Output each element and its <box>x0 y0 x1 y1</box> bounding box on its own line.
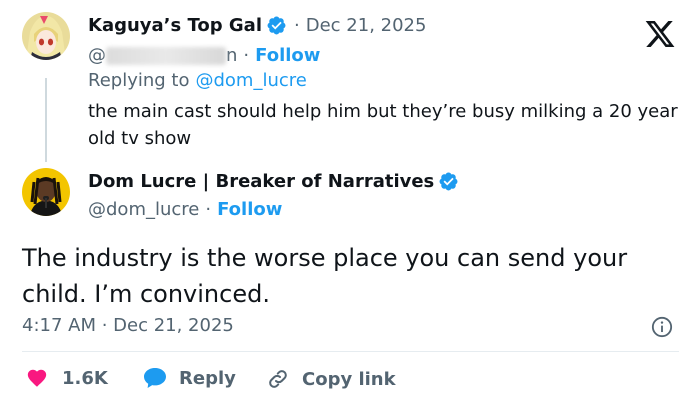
reply-follow-button[interactable]: Follow <box>255 45 320 66</box>
link-icon <box>269 370 287 388</box>
main-handle[interactable]: @dom_lucre <box>88 199 199 220</box>
redacted-handle <box>106 46 226 65</box>
reply-handle-row: @ n · Follow <box>88 45 320 66</box>
copy-link-label: Copy link <box>302 368 396 390</box>
main-handle-row: @dom_lucre · Follow <box>88 199 282 220</box>
replying-to-label: Replying to <box>88 70 190 91</box>
info-icon[interactable] <box>651 316 673 338</box>
main-tweet-timestamp[interactable]: 4:17 AM · Dec 21, 2025 <box>22 315 234 336</box>
main-author-row: Dom Lucre | Breaker of Narratives <box>88 171 459 192</box>
main-handle-separator: · <box>205 199 212 220</box>
reply-text: the main cast should help him but they’r… <box>88 101 678 149</box>
reply-author-name[interactable]: Kaguya’s Top Gal <box>88 15 262 36</box>
main-tweet-text: The industry is the worse place you can … <box>22 244 628 308</box>
main-author-avatar[interactable] <box>22 168 70 216</box>
verified-badge-icon <box>439 172 458 191</box>
thread-connector-line <box>45 78 47 162</box>
reply-author-avatar[interactable] <box>22 12 70 60</box>
verified-badge-icon <box>267 16 286 35</box>
main-follow-button[interactable]: Follow <box>217 199 282 220</box>
reply-separator: · <box>294 15 300 36</box>
reply-handle-separator: · <box>243 45 250 66</box>
replying-to-handle[interactable]: @dom_lucre <box>195 70 306 91</box>
like-button[interactable]: 1.6K <box>26 367 108 389</box>
reply-author-row: Kaguya’s Top Gal · Dec 21, 2025 <box>88 15 426 36</box>
x-logo-icon[interactable] <box>644 18 676 50</box>
copy-link-button[interactable]: Copy link <box>266 367 396 391</box>
reply-label: Reply <box>179 367 236 389</box>
reply-handle-prefix: @ <box>88 45 106 66</box>
like-count: 1.6K <box>62 367 108 389</box>
replying-to-row: Replying to @dom_lucre <box>88 70 307 91</box>
reply-handle-suffix: n <box>226 45 238 66</box>
heart-icon <box>27 369 47 387</box>
main-author-name[interactable]: Dom Lucre | Breaker of Narratives <box>88 171 434 192</box>
divider <box>22 351 679 352</box>
reply-date[interactable]: Dec 21, 2025 <box>306 15 427 36</box>
reply-button[interactable]: Reply <box>143 367 236 389</box>
speech-bubble-icon <box>144 368 166 388</box>
